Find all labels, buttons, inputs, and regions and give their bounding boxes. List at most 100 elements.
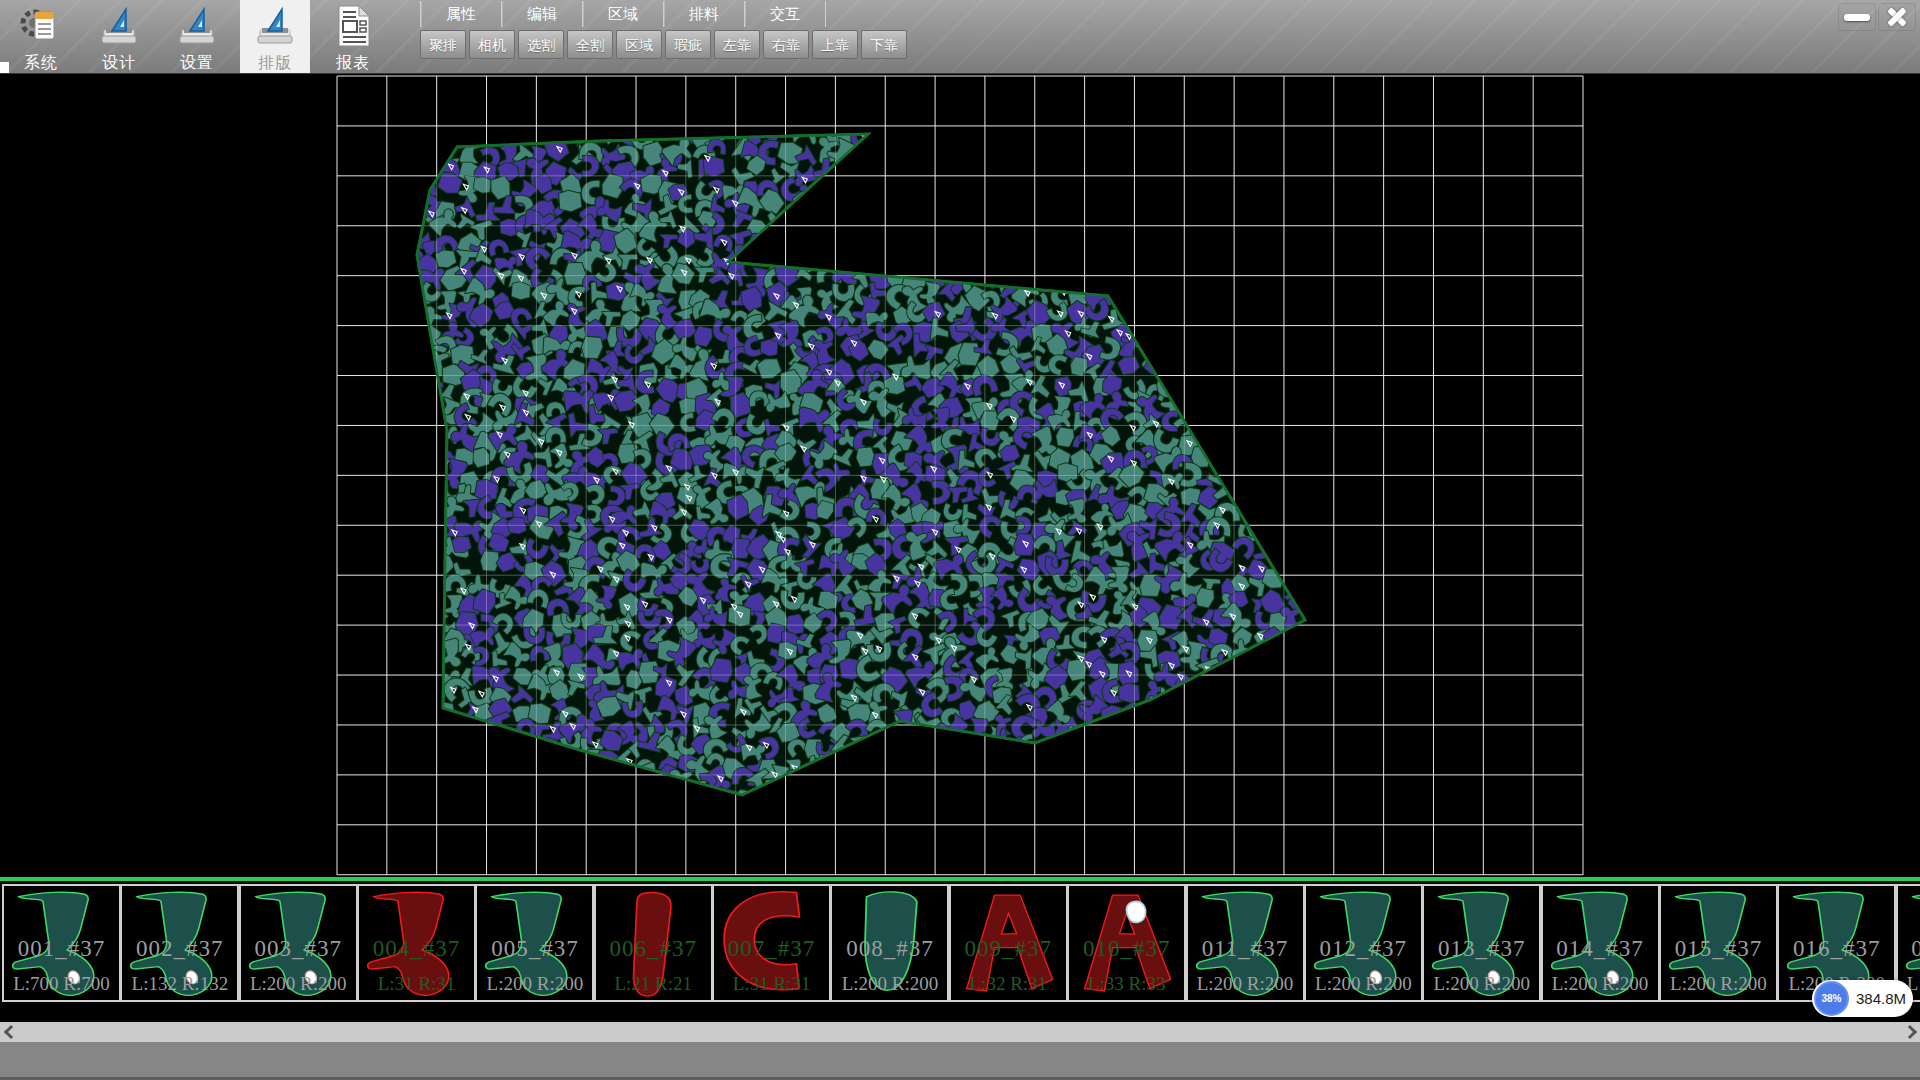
piece-counts: L:200 R:200 [1424, 973, 1539, 995]
nesting-canvas[interactable] [0, 73, 1920, 878]
toolbar-button-2[interactable]: 设计 [84, 0, 154, 73]
piece-id: 014_#37 [1543, 936, 1658, 962]
piece-thumbnail-12[interactable]: 012_#37 L:200 R:200 [1304, 884, 1423, 1002]
progress-percent-circle: 38% [1814, 981, 1849, 1016]
piece-counts: L:200 R:200 [1306, 973, 1421, 995]
piece-id: 010_#37 [1069, 936, 1184, 962]
main-toolbar-buttons: 系统 设计 设置 排版 报表 [6, 0, 396, 73]
piece-id: 011_#37 [1188, 936, 1303, 962]
piece-id: 009_#37 [951, 936, 1066, 962]
toolbar-button-5[interactable]: 报表 [318, 0, 388, 73]
close-button[interactable] [1878, 3, 1916, 31]
piece-id: 012_#37 [1306, 936, 1421, 962]
piece-id: 007_#37 [714, 936, 829, 962]
piece-counts: L:200 R:200 [1188, 973, 1303, 995]
piece-thumbnail-14[interactable]: 014_#37 L:200 R:200 [1541, 884, 1660, 1002]
piece-counts: L:200 R:200 [241, 973, 356, 995]
progress-badge[interactable]: 38% 384.8M [1812, 980, 1913, 1017]
tool-buttons: 聚排相机选割全割区域瑕疵左靠右靠上靠下靠 [420, 30, 910, 59]
piece-thumbnail-6[interactable]: 006_#37 L:21 R:21 [594, 884, 713, 1002]
piece-thumbnail-1[interactable]: 001_#37 L:700 R:700 [2, 884, 121, 1002]
piece-id: 006_#37 [596, 936, 711, 962]
tool-button-6[interactable]: 瑕疵 [665, 30, 711, 59]
design-ruler-icon [97, 4, 141, 52]
piece-thumbnail-15[interactable]: 015_#37 L:200 R:200 [1659, 884, 1778, 1002]
piece-counts: L:31 R:31 [714, 973, 829, 995]
toolbar-corner [0, 62, 9, 73]
nesting-ruler-icon [253, 4, 297, 52]
toolbar-button-label: 报表 [336, 53, 370, 74]
piece-id: 015_#37 [1661, 936, 1776, 962]
tool-button-7[interactable]: 左靠 [714, 30, 760, 59]
toolbar-button-label: 设计 [102, 53, 136, 74]
status-bar [0, 1042, 1920, 1080]
tool-button-8[interactable]: 右靠 [763, 30, 809, 59]
piece-id: 008_#37 [832, 936, 947, 962]
piece-counts: L:200 R:200 [1661, 973, 1776, 995]
tool-button-1[interactable]: 聚排 [420, 30, 466, 59]
report-doc-icon [331, 4, 375, 52]
piece-thumbnail-3[interactable]: 003_#37 L:200 R:200 [239, 884, 358, 1002]
piece-id: 002_#37 [122, 936, 237, 962]
window-controls [1836, 3, 1916, 31]
tool-button-9[interactable]: 上靠 [812, 30, 858, 59]
piece-counts: L:700 R:700 [4, 973, 119, 995]
application-window: 系统设计设置排版报表 属性编辑区域排料交互 聚排相机选割全割区域瑕疵左靠右靠上靠… [0, 0, 1920, 1080]
piece-counts: L:200 R:200 [477, 973, 592, 995]
menu-tab-3[interactable]: 区域 [583, 1, 664, 27]
piece-thumbnail-13[interactable]: 013_#37 L:200 R:200 [1422, 884, 1541, 1002]
piece-id: 005_#37 [477, 936, 592, 962]
piece-thumbnail-9[interactable]: 009_#37 L:32 R:31 [949, 884, 1068, 1002]
chevron-left-icon [3, 1025, 17, 1039]
toolbar-button-4[interactable]: 排版 [240, 0, 310, 73]
piece-id: 001_#37 [4, 936, 119, 962]
tool-button-5[interactable]: 区域 [616, 30, 662, 59]
piece-counts: L:21 R:21 [596, 973, 711, 995]
piece-thumbnail-10[interactable]: 010_#37 L:33 R:33 [1067, 884, 1186, 1002]
menu-tab-1[interactable]: 属性 [420, 1, 502, 27]
pieces-strip: 001_#37 L:700 R:700002_#37 L:132 R:132003_… [0, 881, 1920, 1003]
piece-id: 013_#37 [1424, 936, 1539, 962]
piece-id: 003_#37 [241, 936, 356, 962]
piece-thumbnail-2[interactable]: 002_#37 L:132 R:132 [120, 884, 239, 1002]
piece-id: 016_#37 [1779, 936, 1894, 962]
menu-area: 属性编辑区域排料交互 聚排相机选割全割区域瑕疵左靠右靠上靠下靠 [420, 0, 910, 59]
piece-counts: L:200 R:200 [832, 973, 947, 995]
piece-counts: L:32 R:31 [951, 973, 1066, 995]
system-gear-icon [19, 4, 63, 52]
toolbar-button-label: 设置 [180, 53, 214, 74]
toolbar: 系统设计设置排版报表 属性编辑区域排料交互 聚排相机选割全割区域瑕疵左靠右靠上靠… [0, 0, 1920, 74]
piece-thumbnail-4[interactable]: 004_#37 L:31 R:31 [357, 884, 476, 1002]
piece-id: 004_#37 [359, 936, 474, 962]
piece-counts: L:200 R:200 [1543, 973, 1658, 995]
scroll-left-button[interactable] [0, 1022, 18, 1042]
progress-percent: 38% [1821, 993, 1841, 1004]
piece-counts: L:132 R:132 [122, 973, 237, 995]
download-size: 384.8M [1849, 990, 1913, 1007]
toolbar-button-3[interactable]: 设置 [162, 0, 232, 73]
toolbar-button-label: 排版 [258, 53, 292, 74]
tool-button-4[interactable]: 全割 [567, 30, 613, 59]
piece-id: 017_#37 [1898, 936, 1920, 962]
menu-tab-4[interactable]: 排料 [664, 1, 745, 27]
minimize-icon [1844, 14, 1870, 21]
tool-button-2[interactable]: 相机 [469, 30, 515, 59]
chevron-right-icon [1902, 1025, 1916, 1039]
minimize-button[interactable] [1838, 3, 1876, 31]
piece-thumbnail-11[interactable]: 011_#37 L:200 R:200 [1186, 884, 1305, 1002]
horizontal-scrollbar[interactable] [0, 1022, 1920, 1042]
menu-tab-2[interactable]: 编辑 [502, 1, 583, 27]
scroll-right-button[interactable] [1902, 1022, 1920, 1042]
piece-thumbnail-8[interactable]: 008_#37 L:200 R:200 [830, 884, 949, 1002]
tool-button-10[interactable]: 下靠 [861, 30, 907, 59]
tool-button-3[interactable]: 选割 [518, 30, 564, 59]
piece-counts: L:31 R:31 [359, 973, 474, 995]
piece-thumbnail-7[interactable]: 007_#37 L:31 R:31 [712, 884, 831, 1002]
piece-thumbnail-5[interactable]: 005_#37 L:200 R:200 [475, 884, 594, 1002]
close-icon [1885, 5, 1909, 29]
toolbar-button-1[interactable]: 系统 [6, 0, 76, 73]
menu-tabs: 属性编辑区域排料交互 [420, 1, 910, 27]
piece-counts: L:33 R:33 [1069, 973, 1184, 995]
toolbar-button-label: 系统 [24, 53, 58, 74]
menu-tab-5[interactable]: 交互 [745, 1, 826, 27]
